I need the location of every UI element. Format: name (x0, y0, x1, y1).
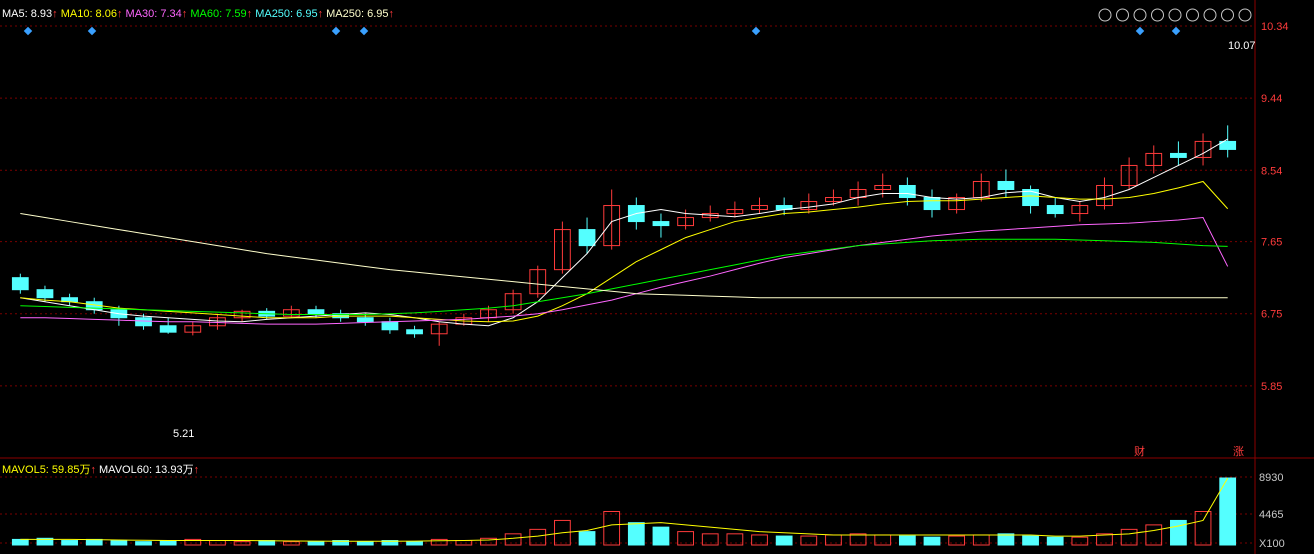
candle-body[interactable] (578, 229, 596, 247)
ma10-arrow: ↑ (116, 8, 123, 20)
volume-bar (529, 528, 547, 546)
ma60-arrow: ↑ (246, 8, 253, 20)
volume-bar (800, 535, 818, 546)
volume-bar (775, 535, 793, 546)
volume-bar (603, 511, 621, 546)
volume-bar (11, 538, 29, 546)
scissors-icon[interactable] (1168, 8, 1182, 22)
ma-line-ma250 (20, 213, 1228, 299)
volume-bar (652, 526, 670, 546)
candle-body[interactable] (159, 325, 177, 333)
hand-icon[interactable] (1116, 8, 1129, 22)
volume-bar (61, 540, 78, 546)
ma-legend: MA5: 8.93↑ MA10: 8.06↑ MA30: 7.34↑ MA60:… (2, 8, 394, 20)
volume-bar (874, 534, 892, 546)
candle-body[interactable] (381, 321, 399, 331)
volume-tick-label: 8930 (1259, 472, 1283, 484)
volume-bar (1071, 536, 1089, 546)
volume-bar (849, 533, 867, 546)
ma10-legend: MA10: 8.06 (60, 8, 117, 20)
zoom-out-icon[interactable] (1238, 8, 1252, 22)
candle-body[interactable] (11, 277, 29, 291)
candle-body[interactable] (406, 329, 423, 335)
volume-bar (1120, 528, 1138, 546)
mavol5-arrow: ↑ (90, 464, 96, 476)
candle-body[interactable] (1046, 205, 1064, 215)
mavol60-legend: MAVOL60: 13.93万 (99, 464, 194, 476)
volume-bar (1170, 519, 1187, 546)
ma30-arrow: ↑ (181, 8, 188, 20)
signal-diamond-marker[interactable] (87, 26, 97, 36)
volume-bar (997, 533, 1015, 546)
price-tick-label: 8.54 (1261, 165, 1282, 177)
volume-bar (1046, 536, 1064, 546)
price-tick-label: 9.44 (1261, 93, 1282, 105)
candle-body[interactable] (652, 221, 670, 227)
volume-bar (356, 541, 374, 546)
price-tick-label: 7.65 (1261, 237, 1282, 249)
ma-line-ma10 (20, 180, 1229, 323)
ma-line-ma60 (20, 238, 1228, 316)
zoom-in-icon[interactable] (1221, 8, 1234, 22)
ma250a-legend: MA250: 6.95 (255, 8, 318, 20)
badge-zhang[interactable]: 涨 (1233, 443, 1244, 459)
mavol60-arrow: ↑ (193, 464, 200, 476)
candle-body[interactable] (923, 197, 941, 211)
low-price-label: 5.21 (173, 428, 195, 440)
signal-diamond-marker[interactable] (1171, 26, 1181, 36)
candle-body[interactable] (307, 309, 325, 315)
ma-line-ma30 (20, 217, 1229, 325)
candle-body[interactable] (1170, 152, 1187, 158)
signal-diamond-marker[interactable] (331, 26, 341, 36)
volume-bar (923, 536, 941, 546)
price-tick-label: 6.75 (1261, 309, 1282, 321)
ma5-legend: MA5: 8.93 (2, 8, 53, 20)
volume-bar (948, 535, 966, 546)
badge-cai[interactable]: 财 (1134, 443, 1145, 459)
volume-bar (504, 533, 522, 546)
ma60-legend: MA60: 7.59 (190, 8, 247, 20)
play-icon[interactable] (1133, 8, 1147, 22)
candle-body[interactable] (36, 289, 54, 299)
volume-bar (627, 522, 645, 546)
volume-bar (159, 540, 177, 546)
volume-bar (135, 541, 152, 546)
volume-bar (578, 531, 596, 546)
high-price-label: 10.07 (1228, 40, 1256, 52)
ma250b-arrow: ↑ (388, 8, 395, 20)
signal-diamond-marker[interactable] (1135, 26, 1145, 36)
volume-bar (406, 541, 423, 546)
volume-bar (455, 540, 473, 546)
price-tick-label: 5.85 (1261, 381, 1282, 393)
ma30-legend: MA30: 7.34 (125, 8, 182, 20)
signal-diamond-marker[interactable] (751, 26, 761, 36)
ma5-arrow: ↑ (52, 8, 58, 20)
candle-body[interactable] (135, 317, 152, 327)
volume-bar (1194, 511, 1212, 546)
volume-tick-label: 4465 (1259, 509, 1283, 521)
vol-legend: MAVOL5: 59.85万↑ MAVOL60: 13.93万↑ (2, 461, 199, 477)
volume-bar (825, 534, 842, 546)
signal-diamond-marker[interactable] (359, 26, 369, 36)
volume-bar (1022, 535, 1039, 546)
candle-body[interactable] (356, 317, 374, 323)
copy-icon[interactable] (1203, 8, 1217, 22)
volume-bar (85, 538, 103, 546)
eye-icon[interactable] (1098, 8, 1112, 22)
volume-tick-label: X100 (1259, 538, 1285, 550)
undo-icon[interactable] (1151, 8, 1164, 22)
volume-ma-line (20, 477, 1229, 542)
candle-body[interactable] (898, 184, 916, 199)
volume-bar (898, 535, 916, 546)
volume-bar (110, 540, 128, 546)
price-tick-label: 10.34 (1261, 21, 1289, 33)
volume-bar (1145, 524, 1163, 546)
mavol5-legend: MAVOL5: 59.85万 (2, 464, 91, 476)
signal-diamond-marker[interactable] (23, 26, 33, 36)
candle-body[interactable] (997, 180, 1015, 191)
volume-bar (307, 541, 325, 546)
ma250b-legend: MA250: 6.95 (326, 8, 389, 20)
lock-icon[interactable] (1186, 8, 1199, 22)
ma250a-arrow: ↑ (317, 8, 324, 20)
